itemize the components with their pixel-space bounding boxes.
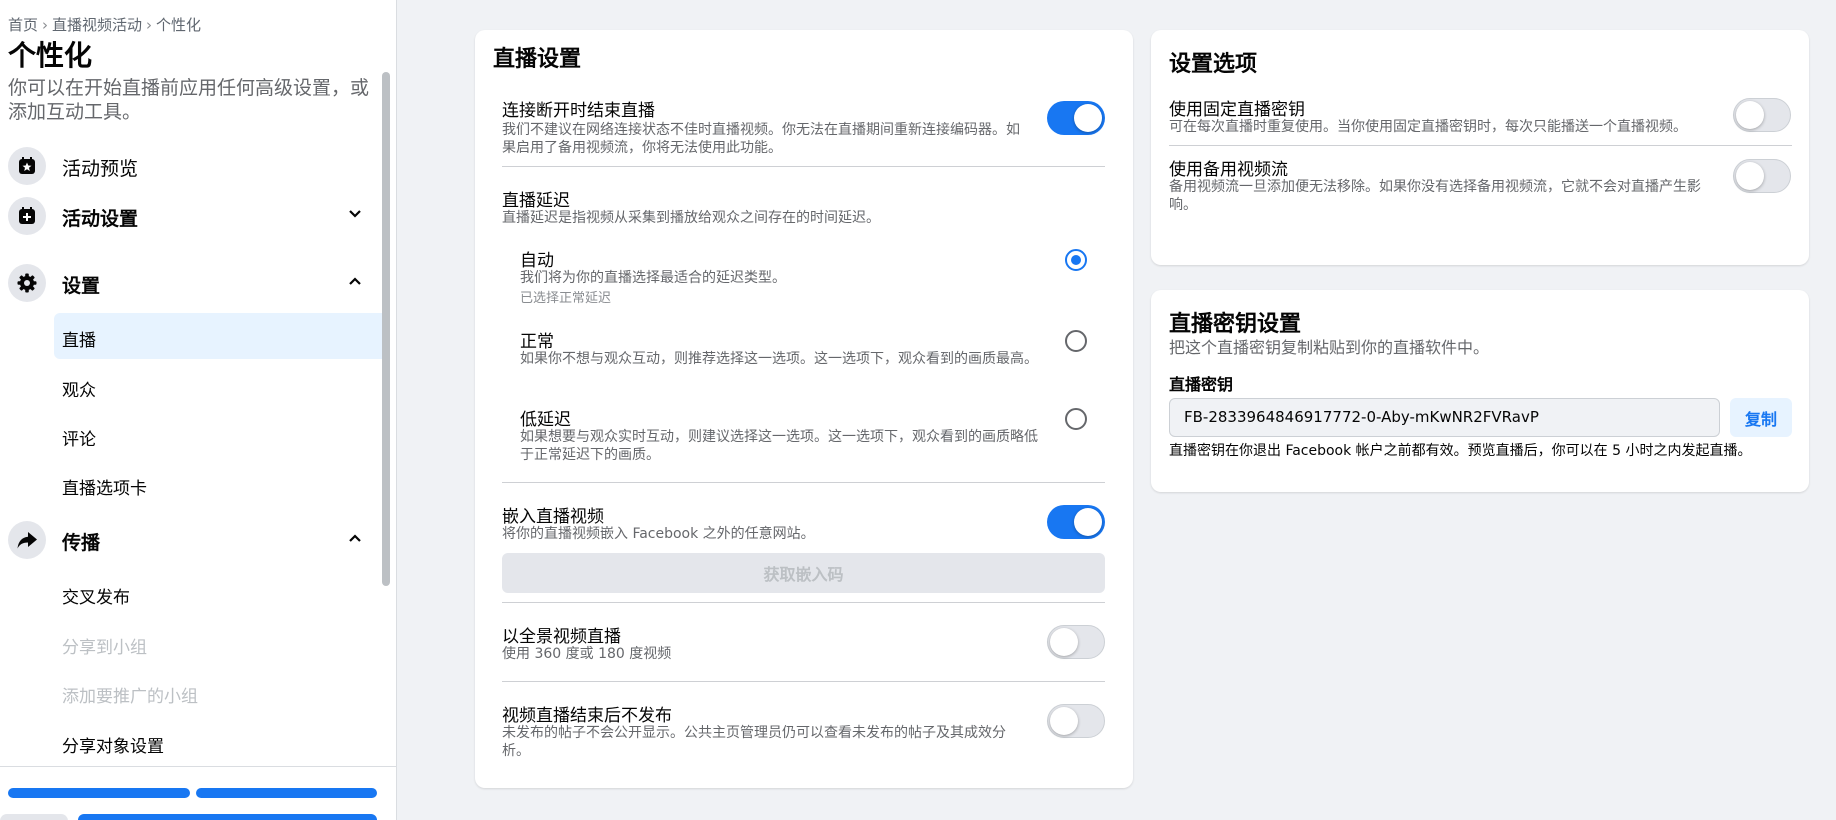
chevron-down-icon[interactable] bbox=[348, 207, 362, 221]
divider bbox=[502, 166, 1105, 167]
copy-button[interactable]: 复制 bbox=[1730, 398, 1792, 437]
latency-title: 直播延迟 bbox=[502, 191, 570, 211]
stream-key-label: 直播密钥 bbox=[1169, 375, 1234, 394]
sidebar-item-live[interactable]: 直播 bbox=[54, 313, 382, 359]
divider bbox=[502, 602, 1105, 603]
calendar-add-icon bbox=[8, 197, 46, 235]
footer-secondary-button[interactable] bbox=[0, 814, 68, 820]
sidebar-item-promote-groups-label: 添加要推广的小组 bbox=[62, 687, 198, 707]
latency-auto-title: 自动 bbox=[520, 251, 554, 271]
persistent-key-title: 使用固定直播密钥 bbox=[1169, 100, 1305, 120]
sidebar-item-audience-settings[interactable]: 分享对象设置 bbox=[54, 719, 382, 765]
sidebar-item-audience-label: 观众 bbox=[62, 381, 96, 401]
latency-low-radio[interactable] bbox=[1065, 408, 1087, 430]
embed-desc: 将你的直播视频嵌入 Facebook 之外的任意网站。 bbox=[502, 526, 815, 542]
nav-distribution[interactable]: 传播 bbox=[0, 515, 382, 563]
share-arrow-icon bbox=[8, 521, 46, 559]
sidebar-item-live-label: 直播 bbox=[62, 331, 96, 351]
nav-settings[interactable]: 设置 bbox=[0, 258, 382, 306]
nav-event-settings-label: 活动设置 bbox=[62, 208, 139, 230]
live-settings-title: 直播设置 bbox=[493, 47, 582, 72]
breadcrumb-current: 个性化 bbox=[156, 16, 202, 34]
gear-icon bbox=[8, 264, 46, 302]
unpublish-toggle[interactable] bbox=[1047, 704, 1105, 738]
panorama-toggle[interactable] bbox=[1047, 625, 1105, 659]
sidebar-item-live-tab-label: 直播选项卡 bbox=[62, 479, 147, 499]
panorama-desc: 使用 360 度或 180 度视频 bbox=[502, 646, 672, 662]
sidebar: 首页 › 直播视频活动 › 个性化 个性化 你可以在开始直播前应用任何高级设置，或添加互… bbox=[0, 0, 397, 820]
nav-settings-label: 设置 bbox=[62, 275, 101, 297]
page-description: 你可以在开始直播前应用任何高级设置，或添加互动工具。 bbox=[8, 77, 370, 123]
sidebar-item-crosspost-label: 交叉发布 bbox=[62, 588, 130, 608]
end-on-disconnect-toggle[interactable] bbox=[1047, 101, 1105, 135]
sidebar-item-comments[interactable]: 评论 bbox=[54, 412, 382, 458]
latency-normal-radio[interactable] bbox=[1065, 330, 1087, 352]
divider bbox=[502, 681, 1105, 682]
nav-event-preview-label: 活动预览 bbox=[62, 158, 139, 180]
setup-options-title: 设置选项 bbox=[1169, 52, 1258, 77]
latency-auto-radio[interactable] bbox=[1065, 249, 1087, 271]
latency-low-desc: 如果想要与观众实时互动，则建议选择这一选项。这一选项下，观众看到的画质略低于正常… bbox=[520, 429, 1038, 463]
divider bbox=[502, 482, 1105, 483]
stream-key-field[interactable]: FB-2833964846917772-0-Aby-mKwNR2FVRavP bbox=[1169, 398, 1720, 437]
end-on-disconnect-desc: 我们不建议在网络连接状态不佳时直播视频。你无法在直播期间重新连接编码器。如果启用… bbox=[502, 122, 1020, 156]
backup-stream-desc: 备用视频流一旦添加便无法移除。如果你没有选择备用视频流，它就不会对直播产生影响。 bbox=[1169, 179, 1701, 213]
unpublish-desc: 未发布的帖子不会公开显示。公共主页管理员仍可以查看未发布的帖子及其成效分析。 bbox=[502, 725, 1006, 759]
get-embed-code-button: 获取嵌入码 bbox=[502, 553, 1105, 593]
sidebar-footer-divider bbox=[0, 766, 396, 767]
embed-toggle[interactable] bbox=[1047, 505, 1105, 539]
chevron-up-icon[interactable] bbox=[348, 274, 362, 288]
stream-key-title: 直播密钥设置 bbox=[1169, 312, 1302, 337]
footer-primary-button[interactable] bbox=[78, 814, 377, 820]
breadcrumb-home[interactable]: 首页 bbox=[8, 16, 38, 34]
sidebar-item-comments-label: 评论 bbox=[62, 430, 96, 450]
stream-key-note: 直播密钥在你退出 Facebook 帐户之前都有效。预览直播后，你可以在 5 小… bbox=[1169, 443, 1752, 459]
backup-stream-toggle[interactable] bbox=[1733, 159, 1791, 193]
latency-normal-title: 正常 bbox=[520, 332, 554, 352]
star-calendar-icon bbox=[8, 147, 46, 185]
sidebar-item-live-tab[interactable]: 直播选项卡 bbox=[54, 461, 382, 507]
sidebar-item-audience[interactable]: 观众 bbox=[54, 363, 382, 409]
footer-button-left[interactable] bbox=[8, 788, 190, 798]
backup-stream-title: 使用备用视频流 bbox=[1169, 160, 1288, 180]
page-title: 个性化 bbox=[8, 39, 93, 72]
latency-low-title: 低延迟 bbox=[520, 410, 571, 430]
stream-key-subtitle: 把这个直播密钥复制粘贴到你的直播软件中。 bbox=[1169, 338, 1490, 357]
footer-button-right[interactable] bbox=[196, 788, 377, 798]
sidebar-item-promote-groups: 添加要推广的小组 bbox=[54, 669, 382, 715]
nav-event-settings[interactable]: 活动设置 bbox=[0, 191, 382, 239]
sidebar-item-crosspost[interactable]: 交叉发布 bbox=[54, 570, 382, 616]
persistent-key-desc: 可在每次直播时重复使用。当你使用固定直播密钥时，每次只能播送一个直播视频。 bbox=[1169, 119, 1687, 135]
latency-auto-note: 已选择正常延迟 bbox=[520, 291, 612, 306]
sidebar-item-share-to-group-label: 分享到小组 bbox=[62, 638, 147, 658]
divider bbox=[1169, 145, 1792, 146]
unpublish-title: 视频直播结束后不发布 bbox=[502, 706, 672, 726]
nav-distribution-label: 传播 bbox=[62, 532, 101, 554]
latency-desc: 直播延迟是指视频从采集到播放给观众之间存在的时间延迟。 bbox=[502, 210, 880, 226]
embed-title: 嵌入直播视频 bbox=[502, 507, 604, 527]
breadcrumb: 首页 › 直播视频活动 › 个性化 bbox=[8, 16, 202, 34]
end-on-disconnect-title: 连接断开时结束直播 bbox=[502, 101, 655, 121]
latency-normal-desc: 如果你不想与观众互动，则推荐选择这一选项。这一选项下，观众看到的画质最高。 bbox=[520, 351, 1038, 367]
sidebar-scrollbar[interactable] bbox=[382, 72, 390, 586]
sidebar-item-audience-settings-label: 分享对象设置 bbox=[62, 737, 164, 757]
breadcrumb-live-event[interactable]: 直播视频活动 bbox=[52, 16, 142, 34]
persistent-key-toggle[interactable] bbox=[1733, 98, 1791, 132]
sidebar-item-share-to-group: 分享到小组 bbox=[54, 620, 382, 666]
chevron-up-icon[interactable] bbox=[348, 531, 362, 545]
latency-auto-desc: 我们将为你的直播选择最适合的延迟类型。 bbox=[520, 270, 786, 286]
panorama-title: 以全景视频直播 bbox=[502, 627, 621, 647]
nav-event-preview[interactable]: 活动预览 bbox=[0, 141, 382, 189]
